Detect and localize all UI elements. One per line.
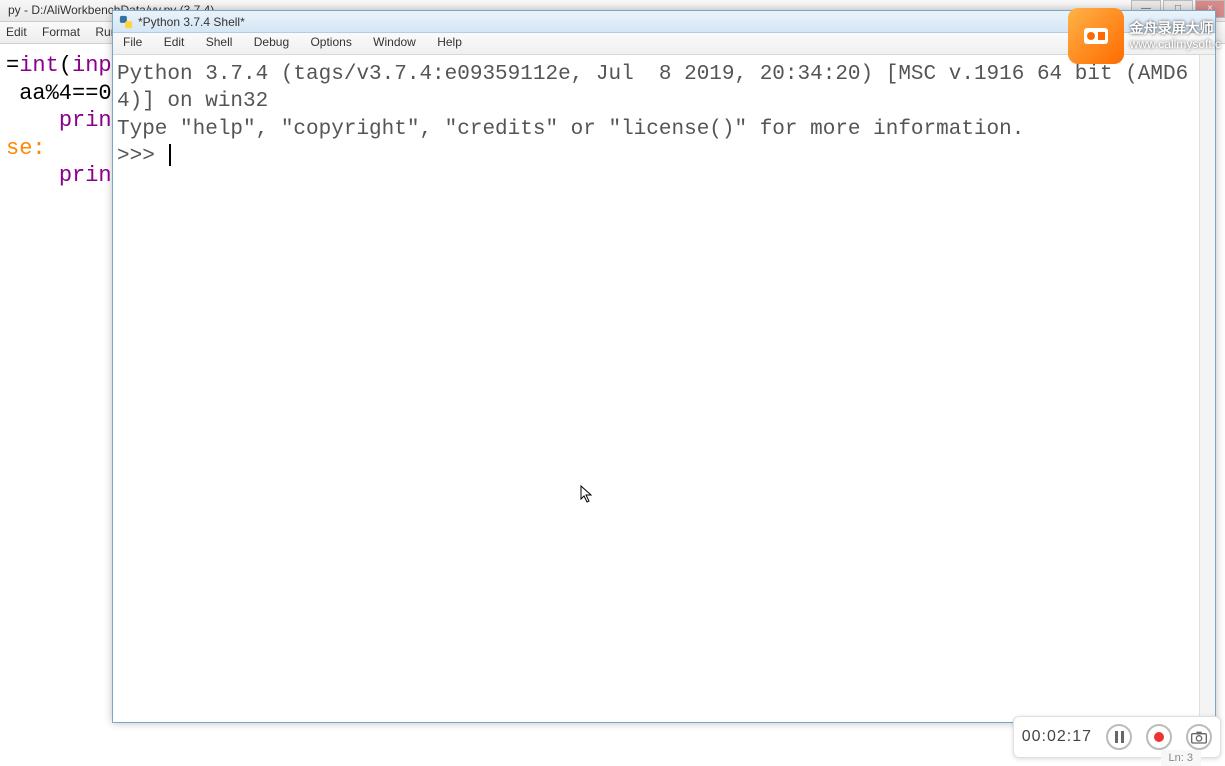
camera-icon	[1191, 730, 1207, 744]
shell-prompt: >>>	[117, 145, 167, 168]
screenshot-button[interactable]	[1186, 724, 1212, 750]
record-stop-button[interactable]	[1146, 724, 1172, 750]
status-bar: Ln: 3	[1161, 750, 1201, 766]
watermark-title: 金舟录屏大师	[1130, 20, 1221, 37]
shell-menu-window[interactable]: Window	[371, 35, 418, 49]
shell-text-area[interactable]: Python 3.7.4 (tags/v3.7.4:e09359112e, Ju…	[113, 55, 1215, 722]
python-icon	[119, 15, 133, 29]
watermark-text: 金舟录屏大师 www.callmysoft.c	[1130, 20, 1221, 51]
pause-button[interactable]	[1106, 724, 1132, 750]
shell-menu-debug[interactable]: Debug	[252, 35, 291, 49]
shell-menu-options[interactable]: Options	[308, 35, 353, 49]
shell-menu-help[interactable]: Help	[435, 35, 464, 49]
recorder-timer: 00:02:17	[1022, 728, 1092, 746]
shell-banner-line2: Type "help", "copyright", "credits" or "…	[117, 118, 1024, 141]
scrollbar[interactable]	[1199, 55, 1215, 722]
menu-edit[interactable]: Edit	[6, 25, 27, 39]
shell-banner-line1: Python 3.7.4 (tags/v3.7.4:e09359112e, Ju…	[117, 63, 1188, 113]
shell-window: *Python 3.7.4 Shell* File Edit Shell Deb…	[112, 10, 1216, 723]
shell-menu-file[interactable]: File	[121, 35, 144, 49]
watermark-url: www.callmysoft.c	[1130, 37, 1221, 51]
watermark-logo-icon	[1068, 8, 1124, 64]
status-position: Ln: 3	[1169, 752, 1193, 764]
shell-menubar: File Edit Shell Debug Options Window Hel…	[113, 33, 1215, 55]
watermark: 金舟录屏大师 www.callmysoft.c	[1064, 6, 1225, 66]
menu-format[interactable]: Format	[42, 25, 80, 39]
shell-titlebar[interactable]: *Python 3.7.4 Shell*	[113, 11, 1215, 33]
record-dot-icon	[1154, 732, 1164, 742]
text-cursor	[169, 144, 171, 166]
shell-title-text: *Python 3.7.4 Shell*	[138, 15, 245, 29]
shell-menu-edit[interactable]: Edit	[162, 35, 187, 49]
shell-menu-shell[interactable]: Shell	[204, 35, 235, 49]
